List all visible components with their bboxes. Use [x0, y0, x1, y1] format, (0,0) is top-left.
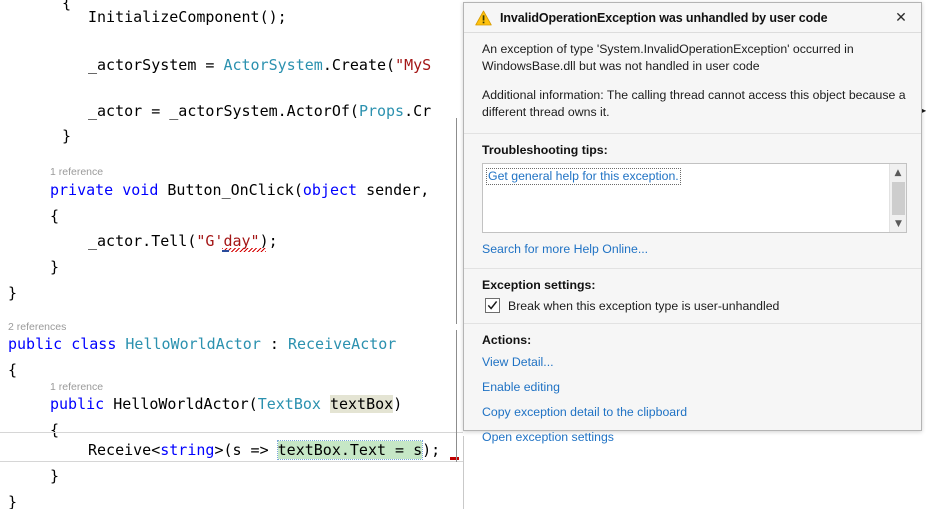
- code-line: Receive<string>(s => textBox.Text = s);: [0, 437, 440, 463]
- codelens-reference-count[interactable]: 1 reference: [50, 165, 103, 179]
- code-token: >(s =>: [214, 441, 278, 459]
- action-view-detail[interactable]: View Detail...: [482, 355, 554, 369]
- code-token: Receive<: [88, 441, 161, 459]
- break-on-exception-label: Break when this exception type is user-u…: [508, 298, 780, 313]
- dialog-title-bar: InvalidOperationException was unhandled …: [464, 3, 921, 33]
- code-token: sender,: [357, 181, 430, 199]
- current-statement-band-bottom: [0, 461, 463, 462]
- break-on-exception-checkbox[interactable]: [485, 298, 500, 313]
- action-open-exception-settings[interactable]: Open exception settings: [482, 430, 614, 444]
- code-token: string: [160, 441, 215, 459]
- codelens-reference-count[interactable]: 2 references: [8, 320, 66, 334]
- code-token: class: [71, 335, 117, 353]
- action-enable-editing[interactable]: Enable editing: [482, 380, 560, 394]
- symbol-reference-highlight: textBox: [329, 395, 394, 413]
- exception-settings-heading: Exception settings:: [482, 278, 596, 292]
- code-line: _actor = _actorSystem.ActorOf(Props.Cr: [0, 98, 431, 124]
- search-help-online-link[interactable]: Search for more Help Online...: [482, 242, 648, 256]
- code-token: {: [8, 361, 18, 379]
- code-token: InitializeComponent();: [88, 8, 287, 26]
- code-token: void: [122, 181, 159, 199]
- code-token: public: [8, 335, 63, 353]
- exception-additional-information: Additional information: The calling thre…: [482, 88, 906, 119]
- close-icon[interactable]: ✕: [881, 3, 921, 32]
- troubleshooting-tips-heading: Troubleshooting tips:: [482, 143, 608, 157]
- exception-assistant-dialog[interactable]: InvalidOperationException was unhandled …: [463, 2, 922, 444]
- warning-icon: [475, 10, 492, 25]
- code-line: public class HelloWorldActor : ReceiveAc…: [0, 331, 396, 357]
- structure-guide-line-mid: [456, 330, 457, 430]
- checkmark-icon: [487, 300, 498, 310]
- structure-guide-line-lower: [456, 430, 457, 462]
- current-statement-highlight: textBox.Text = s: [276, 440, 424, 460]
- code-token: private: [50, 181, 114, 199]
- code-line: }: [0, 123, 71, 149]
- code-line: }: [0, 280, 17, 306]
- code-token: }: [50, 258, 60, 276]
- code-token: .Create(: [322, 56, 396, 74]
- break-on-exception-row[interactable]: Break when this exception type is user-u…: [482, 298, 907, 313]
- exception-settings-section: Exception settings: Break when this exce…: [464, 269, 921, 324]
- code-token: "MyS: [395, 56, 432, 74]
- code-token: :: [260, 335, 288, 353]
- code-token: HelloWorldActor(: [104, 395, 258, 413]
- code-line: {: [0, 203, 59, 229]
- code-token: TextBox: [257, 395, 321, 413]
- code-line: private void Button_OnClick(object sende…: [0, 177, 429, 203]
- troubleshooting-tips-section: Troubleshooting tips: Get general help f…: [464, 134, 921, 269]
- code-token: public: [50, 395, 105, 413]
- structure-guide-line-upper: [456, 118, 457, 324]
- code-token: Props: [358, 102, 405, 120]
- tips-scrollbar[interactable]: ▲ ▼: [889, 164, 906, 232]
- code-line: }: [0, 254, 59, 280]
- code-token: ReceiveActor: [287, 335, 397, 353]
- code-token: _actor.Tell(: [88, 232, 197, 250]
- actions-heading: Actions:: [482, 333, 532, 347]
- code-token: Button_OnClick(: [158, 181, 303, 199]
- quick-action-marker[interactable]: [222, 250, 229, 252]
- code-line: public HelloWorldActor(TextBox textBox): [0, 391, 402, 417]
- exception-primary-message: An exception of type 'System.InvalidOper…: [482, 42, 854, 73]
- code-token: _actor = _actorSystem.ActorOf(: [88, 102, 359, 120]
- code-token: }: [50, 467, 60, 485]
- troubleshooting-tips-listbox[interactable]: Get general help for this exception. ▲ ▼: [482, 163, 907, 233]
- tip-item-general-help[interactable]: Get general help for this exception.: [486, 168, 681, 185]
- code-token: }: [8, 284, 18, 302]
- code-token: );: [422, 441, 441, 459]
- current-statement-band-top: [0, 432, 463, 433]
- actions-section: Actions: View Detail... Enable editing C…: [464, 324, 921, 454]
- code-token: }: [62, 127, 72, 145]
- code-token: ): [393, 395, 403, 413]
- code-token: HelloWorldActor: [125, 335, 261, 353]
- code-line: }: [0, 463, 59, 489]
- code-token: _actorSystem =: [88, 56, 224, 74]
- scroll-up-icon[interactable]: ▲: [890, 164, 906, 181]
- error-caret-marker: [450, 457, 459, 460]
- exception-message-block: An exception of type 'System.InvalidOper…: [464, 33, 921, 134]
- code-token: }: [8, 493, 18, 509]
- code-line: _actorSystem = ActorSystem.Create("MyS: [0, 52, 431, 78]
- codelens-reference-count[interactable]: 1 reference: [50, 380, 103, 394]
- scrollbar-thumb[interactable]: [892, 182, 905, 215]
- scroll-down-icon[interactable]: ▼: [890, 215, 906, 232]
- code-token: object: [302, 181, 358, 199]
- dialog-title: InvalidOperationException was unhandled …: [500, 10, 828, 25]
- code-line: {: [0, 357, 17, 383]
- code-token: ActorSystem: [223, 56, 323, 74]
- action-copy-exception-detail[interactable]: Copy exception detail to the clipboard: [482, 405, 687, 419]
- code-token: {: [50, 207, 60, 225]
- code-token: .Cr: [404, 102, 432, 120]
- dialog-body: An exception of type 'System.InvalidOper…: [464, 33, 921, 454]
- code-line: }: [0, 489, 17, 509]
- code-line: InitializeComponent();: [0, 4, 287, 30]
